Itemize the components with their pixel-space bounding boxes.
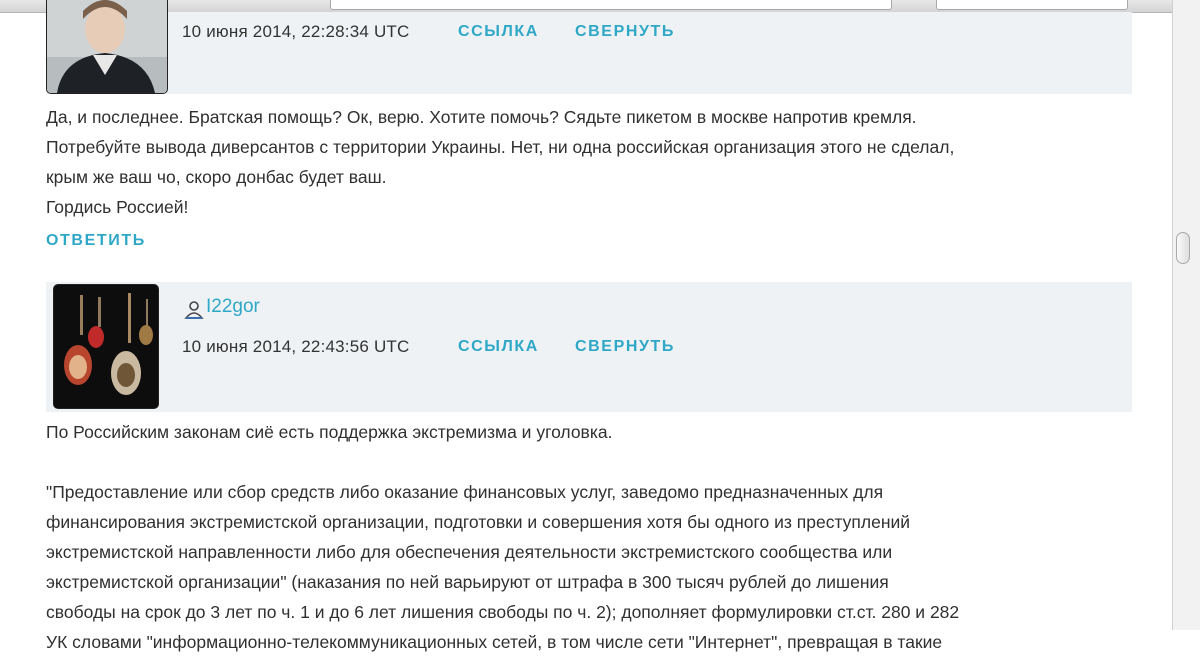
comment-text-line: экстремистской направленности либо для о… xyxy=(46,542,893,562)
avatar-photo-icon xyxy=(47,0,167,93)
comment-text-line: экстремистской организации" (наказания п… xyxy=(46,572,889,592)
collapse-button[interactable]: СВЕРНУТЬ xyxy=(575,338,675,356)
collapse-button[interactable]: СВЕРНУТЬ xyxy=(575,23,675,41)
link-button[interactable]: ССЫЛКА xyxy=(458,338,539,356)
comments-thread: 10 июня 2014, 22:28:34 UTC ССЫЛКА СВЕРНУ… xyxy=(0,0,1172,652)
comment-text-line: Гордись Россией! xyxy=(46,197,189,217)
comment-text-line: Потребуйте вывода диверсантов с территор… xyxy=(46,137,955,157)
avatar[interactable] xyxy=(46,0,168,94)
search-field[interactable] xyxy=(936,0,1128,10)
comment-body: По Российским законам сиё есть поддержка… xyxy=(46,417,1166,657)
guitars-image-icon xyxy=(54,285,158,408)
comment-timestamp: 10 июня 2014, 22:43:56 UTC xyxy=(182,337,410,356)
comment-text-line: финансирования экстремистской организаци… xyxy=(46,512,911,532)
comment-timestamp: 10 июня 2014, 22:28:34 UTC xyxy=(182,22,410,41)
comment-text-line: свободы на срок до 3 лет по ч. 1 и до 6 … xyxy=(46,602,960,622)
reply-button[interactable]: ОТВЕТИТЬ xyxy=(46,232,146,250)
address-field[interactable] xyxy=(330,0,892,10)
comment-text-line: Да, и последнее. Братская помощь? Ок, ве… xyxy=(46,107,917,127)
comment-text-line: По Российским законам сиё есть поддержка… xyxy=(46,422,613,442)
scrollbar-thumb[interactable] xyxy=(1176,232,1190,264)
comment-text-line: крым же ваш чо, скоро донбас будет ваш. xyxy=(46,167,387,187)
comment-text-line: "Предоставление или сбор средств либо ок… xyxy=(46,482,884,502)
scrollbar-track[interactable] xyxy=(1172,0,1200,630)
comment-body: Да, и последнее. Братская помощь? Ок, ве… xyxy=(46,102,1166,222)
user-icon xyxy=(184,301,204,319)
comment-text-line: УК словами "информационно-телекоммуникац… xyxy=(46,632,943,652)
avatar[interactable] xyxy=(53,284,159,409)
link-button[interactable]: ССЫЛКА xyxy=(458,23,539,41)
comment-username[interactable]: I22gor xyxy=(206,296,260,318)
